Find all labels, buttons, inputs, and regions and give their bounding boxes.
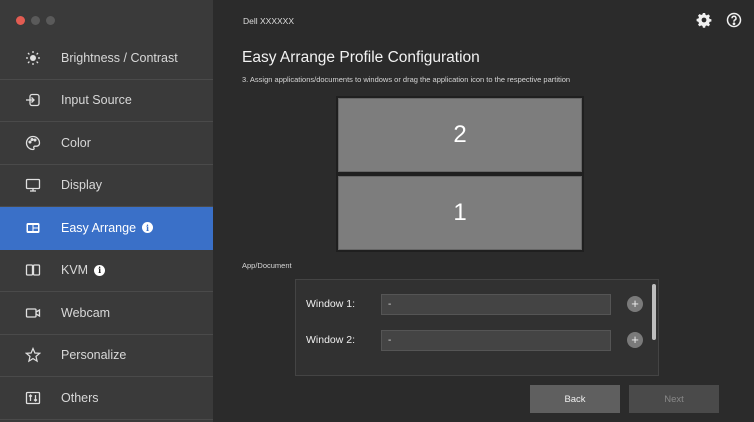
sidebar-item-label: Personalize xyxy=(61,348,127,363)
monitor-name: Dell XXXXXX xyxy=(243,16,295,26)
window-assignment-list: Window 1: + Window 2: + xyxy=(295,279,659,376)
gear-icon[interactable] xyxy=(696,12,712,28)
sidebar-item-label: Color xyxy=(61,135,91,150)
list-item: Window 1: + xyxy=(296,291,660,317)
next-button[interactable]: Next xyxy=(629,385,719,413)
others-icon xyxy=(24,389,42,407)
zoom-window-button[interactable] xyxy=(46,16,55,25)
back-button[interactable]: Back xyxy=(530,385,620,413)
window-2-field[interactable] xyxy=(381,329,611,351)
sidebar-item-label: KVM xyxy=(61,263,89,278)
sidebar: Brightness / Contrast Input Source Color… xyxy=(0,0,213,422)
sidebar-item-brightness-contrast[interactable]: Brightness / Contrast xyxy=(0,37,213,80)
sidebar-item-kvm[interactable]: KVM i xyxy=(0,250,213,292)
info-icon[interactable]: i xyxy=(142,222,154,234)
star-icon xyxy=(24,346,42,364)
color-palette-icon xyxy=(24,134,42,152)
webcam-icon xyxy=(24,304,42,322)
window-controls xyxy=(16,16,55,25)
sidebar-item-color[interactable]: Color xyxy=(0,122,213,165)
partition-1[interactable]: 1 xyxy=(338,176,582,250)
sidebar-item-label: Easy Arrange xyxy=(61,220,137,235)
window-1-label: Window 1: xyxy=(306,298,356,310)
sidebar-item-webcam[interactable]: Webcam xyxy=(0,292,213,335)
display-icon xyxy=(24,176,42,194)
app-document-label: App/Document xyxy=(242,261,292,270)
kvm-icon xyxy=(24,261,42,279)
info-icon[interactable]: i xyxy=(94,264,106,276)
sidebar-item-label: Others xyxy=(61,390,99,405)
list-scrollbar[interactable] xyxy=(652,284,656,340)
sidebar-item-label: Brightness / Contrast xyxy=(61,50,178,65)
sidebar-item-label: Input Source xyxy=(61,93,132,108)
sidebar-item-label: Webcam xyxy=(61,305,111,320)
sidebar-item-others[interactable]: Others xyxy=(0,377,213,420)
sidebar-item-easy-arrange[interactable]: Easy Arrange i xyxy=(0,207,213,250)
step-instruction: 3. Assign applications/documents to wind… xyxy=(242,75,571,84)
input-source-icon xyxy=(24,91,42,109)
partition-2[interactable]: 2 xyxy=(338,98,582,172)
page-title: Easy Arrange Profile Configuration xyxy=(242,49,480,66)
sidebar-item-display[interactable]: Display xyxy=(0,165,213,207)
window-2-label: Window 2: xyxy=(306,334,356,346)
list-item: Window 2: + xyxy=(296,327,660,353)
sidebar-item-personalize[interactable]: Personalize xyxy=(0,335,213,377)
sidebar-item-input-source[interactable]: Input Source xyxy=(0,80,213,122)
sidebar-item-label: Display xyxy=(61,178,102,193)
window-1-add-button[interactable]: + xyxy=(627,296,643,312)
close-window-button[interactable] xyxy=(16,16,25,25)
minimize-window-button[interactable] xyxy=(31,16,40,25)
main-panel: Dell XXXXXX Easy Arrange Profile Configu… xyxy=(213,0,754,422)
window-2-add-button[interactable]: + xyxy=(627,332,643,348)
header-actions xyxy=(696,12,742,28)
easy-arrange-icon xyxy=(24,219,42,237)
window-1-field[interactable] xyxy=(381,293,611,315)
brightness-icon xyxy=(24,49,42,67)
app-window: Brightness / Contrast Input Source Color… xyxy=(0,0,754,422)
help-icon[interactable] xyxy=(726,12,742,28)
sidebar-nav: Brightness / Contrast Input Source Color… xyxy=(0,37,213,420)
partition-layout: 2 1 xyxy=(336,96,584,252)
